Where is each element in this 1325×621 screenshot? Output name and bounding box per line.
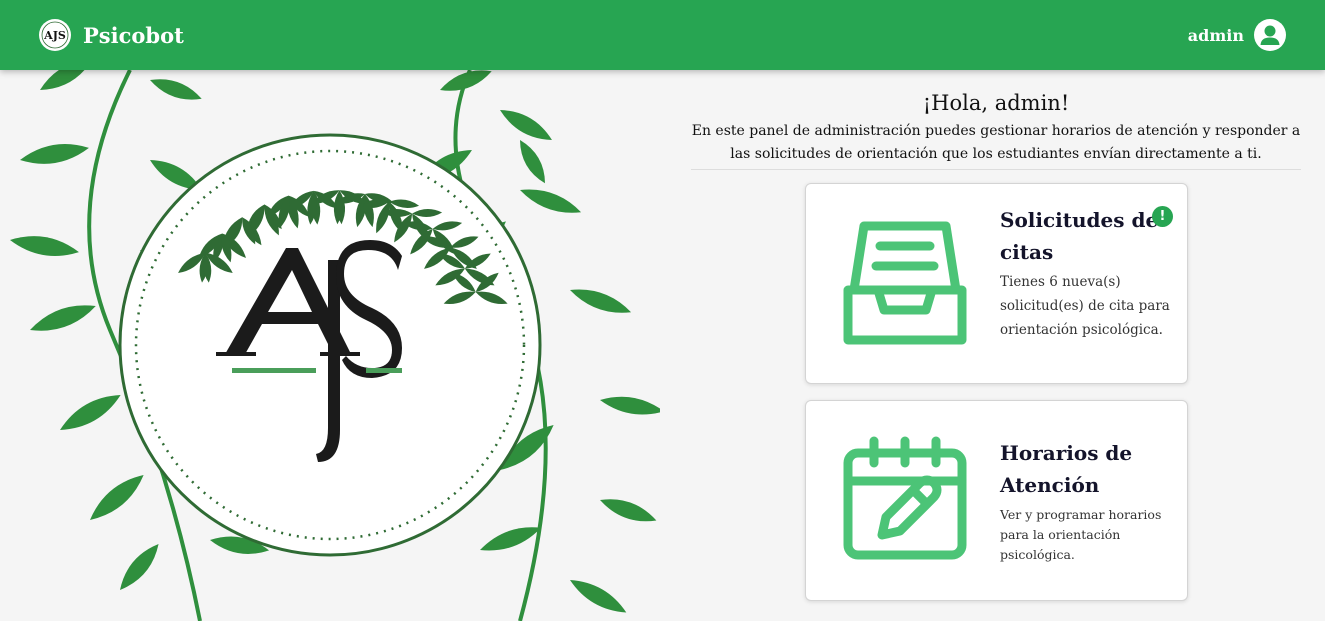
- leaf-shape: [600, 499, 657, 522]
- brand-name: Psicobot: [83, 22, 184, 48]
- leaf-shape: [10, 236, 79, 256]
- leaf-shape: [600, 396, 660, 415]
- leaf-shape: [570, 289, 632, 313]
- leaf-shape: [90, 475, 144, 520]
- top-navbar: AJS Psicobot admin: [0, 0, 1325, 70]
- card-text: Solicitudes de citas Tienes 6 nueva(s) s…: [1000, 204, 1170, 342]
- inbox-tray-icon: [843, 221, 967, 345]
- leaf-shape: [520, 189, 582, 213]
- office-hours-card[interactable]: Horarios de Atención Ver y programar hor…: [805, 400, 1188, 601]
- intro-text: En este panel de administración puedes g…: [691, 120, 1301, 170]
- card-title: Solicitudes de citas: [1000, 208, 1159, 264]
- appointment-requests-card[interactable]: Solicitudes de citas Tienes 6 nueva(s) s…: [805, 183, 1188, 384]
- laurel-emblem-illustration: [10, 70, 660, 621]
- card-description: Ver y programar horarios para la orienta…: [1000, 507, 1162, 562]
- leaf-shape: [570, 580, 627, 613]
- alert-badge-icon: !: [1152, 206, 1173, 227]
- card-title: Horarios de Atención: [1000, 441, 1133, 497]
- leaf-shape: [520, 140, 545, 184]
- svg-text:AJS: AJS: [43, 29, 66, 42]
- brand-logo-icon: AJS: [39, 19, 71, 51]
- welcome-panel: ¡Hola, admin! En este panel de administr…: [691, 88, 1301, 170]
- card-description: Tienes 6 nueva(s) solicitud(es) de cita …: [1000, 274, 1170, 338]
- leaf-shape: [150, 79, 202, 100]
- leaf-shape: [30, 305, 96, 331]
- leaf-shape: [20, 144, 89, 164]
- user-name: admin: [1187, 25, 1244, 45]
- leaf-shape: [60, 395, 121, 430]
- leaf-shape: [440, 70, 492, 91]
- hero-illustration: [0, 70, 660, 621]
- user-avatar-icon: [1254, 19, 1286, 51]
- card-text: Horarios de Atención Ver y programar hor…: [1000, 437, 1170, 565]
- calendar-edit-icon: [843, 436, 967, 560]
- leaf-shape: [500, 110, 552, 140]
- brand-home-link[interactable]: AJS Psicobot: [38, 17, 184, 53]
- greeting-heading: ¡Hola, admin!: [922, 91, 1070, 115]
- leaf-shape: [120, 544, 159, 590]
- user-menu[interactable]: admin: [1188, 17, 1287, 53]
- leaf-shape: [40, 70, 92, 90]
